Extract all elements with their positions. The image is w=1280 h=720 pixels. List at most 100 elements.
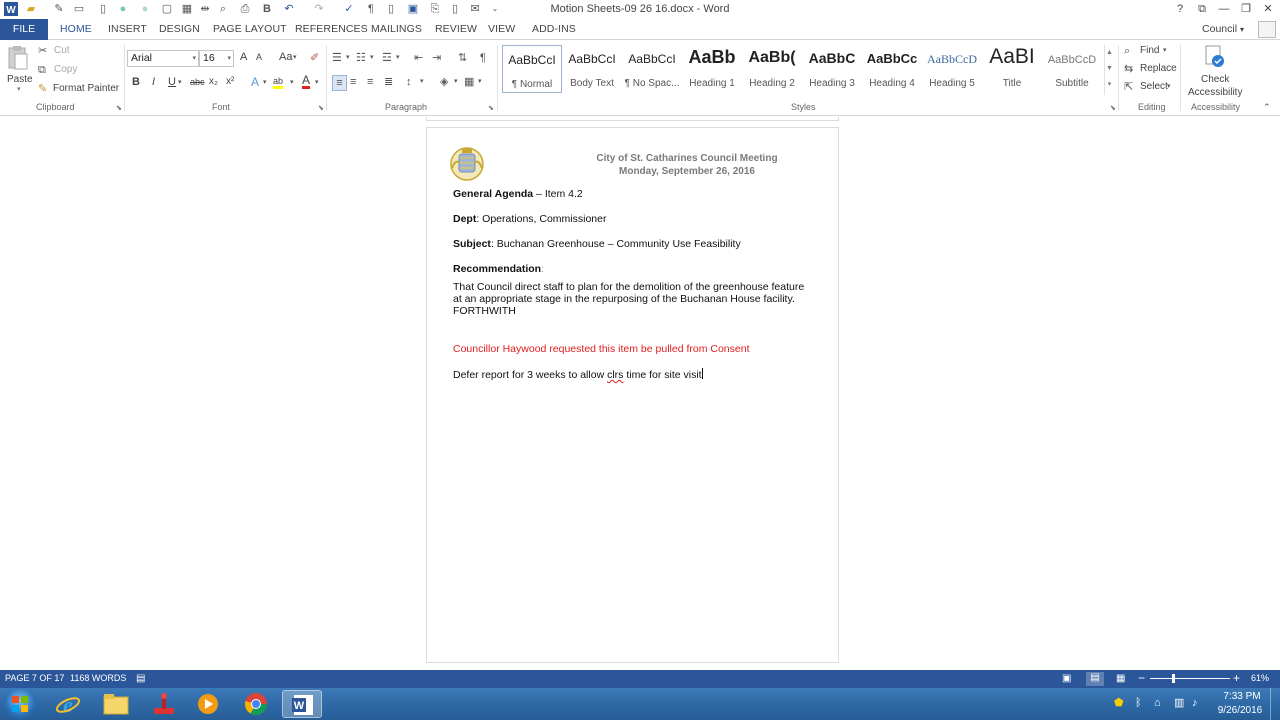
find-dropdown-icon[interactable]: ▾: [1163, 44, 1167, 58]
document-page[interactable]: City of St. Catharines Council Meeting M…: [426, 127, 839, 663]
find-button[interactable]: Find: [1140, 45, 1159, 56]
numbering-dropdown-icon[interactable]: ▾: [370, 51, 374, 65]
taskbar-internet-explorer[interactable]: e: [48, 690, 88, 718]
taskbar-file-explorer[interactable]: [96, 690, 136, 718]
clear-formatting-icon[interactable]: ✐: [310, 51, 319, 65]
show-desktop-button[interactable]: [1270, 688, 1280, 720]
minimize-button[interactable]: —: [1213, 1, 1235, 17]
web-layout-icon[interactable]: ▦: [1116, 673, 1125, 685]
style-no-spacing[interactable]: AaBbCcI ¶ No Spac...: [622, 45, 682, 93]
grow-font-button[interactable]: A: [240, 51, 247, 63]
multilevel-list-icon[interactable]: ☲: [382, 51, 392, 65]
print-preview-icon[interactable]: ⎘: [428, 2, 442, 16]
style-heading-3[interactable]: AaBbC Heading 3: [802, 45, 862, 93]
clock-time[interactable]: 7:33 PM: [1218, 691, 1266, 702]
zoom-in-icon[interactable]: +: [1233, 672, 1240, 684]
font-launcher-icon[interactable]: ⬊: [318, 104, 324, 112]
new-document-icon[interactable]: ▭: [72, 2, 86, 16]
norton-shield-icon[interactable]: ⬟: [1114, 697, 1124, 710]
style-title[interactable]: AaBI Title: [982, 45, 1042, 93]
font-name-combo[interactable]: Arial ▾: [127, 50, 199, 67]
change-case-button[interactable]: Aa: [279, 51, 292, 63]
customize-qat-icon[interactable]: ⌄: [488, 2, 502, 16]
line-spacing-icon[interactable]: ↕: [406, 75, 412, 89]
taskbar-presentation-app[interactable]: [144, 690, 184, 718]
proofing-status-icon[interactable]: ▤: [136, 673, 145, 685]
zoom-slider[interactable]: [1150, 678, 1230, 679]
restore-button[interactable]: ❐: [1235, 1, 1257, 17]
align-center-icon[interactable]: ≡: [350, 75, 356, 89]
save-icon[interactable]: ▣: [406, 2, 420, 16]
bold-button[interactable]: B: [132, 76, 140, 88]
style-heading-2[interactable]: AaBb( Heading 2: [742, 45, 802, 93]
read-mode-icon[interactable]: ▣: [1062, 673, 1071, 685]
clock-date[interactable]: 9/26/2016: [1214, 705, 1266, 716]
style-body-text[interactable]: AaBbCcI Body Text: [562, 45, 622, 93]
user-avatar[interactable]: [1258, 21, 1276, 38]
shading-icon[interactable]: ◈: [440, 75, 448, 89]
font-color-button[interactable]: A: [302, 74, 311, 89]
style-heading-1[interactable]: AaBb Heading 1: [682, 45, 742, 93]
bold-qat-icon[interactable]: B: [260, 2, 274, 16]
taskbar-chrome[interactable]: [236, 690, 276, 718]
tab-add-ins[interactable]: ADD-INS: [532, 23, 576, 35]
font-color-dropdown-icon[interactable]: ▾: [315, 76, 319, 90]
gallery-more-icon[interactable]: ▾: [1105, 77, 1114, 93]
tab-mailings[interactable]: MAILINGS: [371, 23, 422, 35]
redo-icon[interactable]: ↷: [312, 2, 326, 16]
document-icon[interactable]: ▯: [448, 2, 462, 16]
shrink-font-button[interactable]: A: [256, 52, 262, 62]
check-accessibility-button[interactable]: Check Accessibility: [1184, 43, 1246, 99]
strikethrough-button[interactable]: abc: [190, 77, 205, 87]
style-subtitle[interactable]: AaBbCcD Subtitle: [1042, 45, 1102, 93]
cut-button[interactable]: Cut: [54, 45, 70, 56]
print-icon[interactable]: ⎙: [238, 2, 252, 16]
styles-launcher-icon[interactable]: ⬊: [1110, 104, 1116, 112]
bullets-dropdown-icon[interactable]: ▾: [346, 51, 350, 65]
misspelled-word[interactable]: clrs: [607, 369, 623, 381]
copy-button[interactable]: Copy: [54, 64, 77, 75]
line-spacing-dropdown-icon[interactable]: ▾: [420, 75, 424, 89]
text-effects-dropdown-icon[interactable]: ▾: [263, 76, 267, 90]
zoom-out-icon[interactable]: −: [1138, 672, 1145, 684]
borders-icon[interactable]: ▦: [464, 75, 474, 89]
open-folder-icon[interactable]: ▰: [24, 2, 38, 16]
page-count[interactable]: PAGE 7 OF 17: [5, 673, 64, 683]
justify-icon[interactable]: ≣: [384, 75, 393, 89]
align-left-icon[interactable]: ≡: [332, 75, 347, 91]
highlight-dropdown-icon[interactable]: ▾: [290, 76, 294, 90]
spell-check-icon[interactable]: ✓: [342, 2, 356, 16]
pilcrow-qat-icon[interactable]: ¶: [364, 2, 378, 16]
table-icon[interactable]: ▦: [180, 2, 194, 16]
paste-button[interactable]: Paste ▾: [4, 43, 33, 97]
paragraph-launcher-icon[interactable]: ⬊: [488, 104, 494, 112]
tab-file[interactable]: FILE: [0, 19, 48, 40]
show-hidden-icons[interactable]: ⌂: [1154, 697, 1161, 710]
styles-gallery-scroll[interactable]: ▲ ▼ ▾: [1104, 45, 1114, 95]
change-case-dropdown-icon[interactable]: ▾: [293, 51, 297, 65]
insert-cols-icon[interactable]: ⇹: [198, 2, 212, 16]
style-heading-5[interactable]: AaBbCcD Heading 5: [922, 45, 982, 93]
defer-line[interactable]: Defer report for 3 weeks to allow clrs t…: [453, 368, 703, 381]
ribbon-display-options-icon[interactable]: ⧉: [1191, 1, 1213, 17]
zoom-slider-thumb[interactable]: [1172, 674, 1175, 683]
underline-button[interactable]: U: [168, 76, 176, 88]
close-button[interactable]: ✕: [1257, 1, 1279, 17]
network-icon[interactable]: ▥: [1174, 697, 1184, 710]
borders-dropdown-icon[interactable]: ▾: [478, 75, 482, 89]
style-normal[interactable]: AaBbCcI ¶ Normal: [502, 45, 562, 93]
binoculars-icon[interactable]: ⌕: [216, 2, 230, 16]
green-circle-icon-2[interactable]: ●: [138, 2, 152, 16]
format-painter-button[interactable]: Format Painter: [53, 83, 119, 94]
tab-references[interactable]: REFERENCES: [295, 23, 368, 35]
help-icon[interactable]: ?: [1169, 1, 1191, 17]
multilevel-dropdown-icon[interactable]: ▾: [396, 51, 400, 65]
print-layout-icon[interactable]: ▤: [1086, 672, 1104, 686]
replace-button[interactable]: Replace: [1140, 63, 1177, 74]
layout-icon[interactable]: ▢: [160, 2, 174, 16]
show-hide-pilcrow-icon[interactable]: ¶: [480, 51, 486, 65]
gallery-down-icon[interactable]: ▼: [1105, 61, 1114, 77]
select-dropdown-icon[interactable]: ▾: [1167, 80, 1171, 94]
italic-button[interactable]: I: [152, 76, 155, 88]
tab-insert[interactable]: INSERT: [108, 23, 147, 35]
